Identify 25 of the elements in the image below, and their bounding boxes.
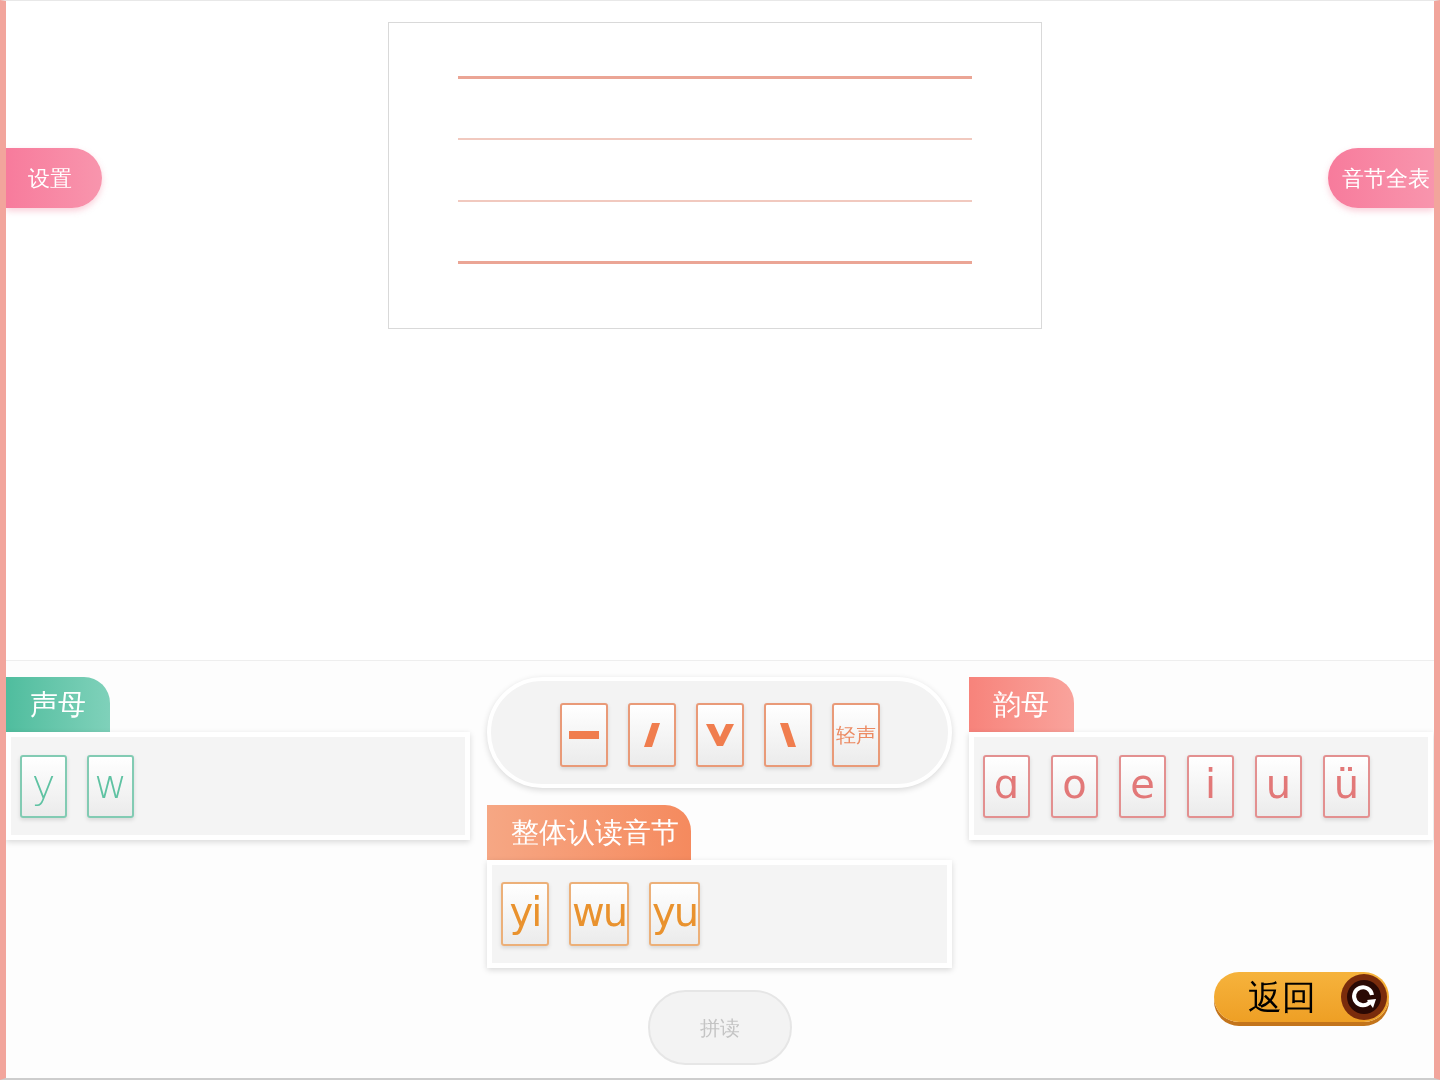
letter-button[interactable]: w	[87, 754, 134, 818]
acute-mark-icon	[643, 722, 660, 747]
letter-button[interactable]: e	[1119, 754, 1166, 818]
settings-button[interactable]: 设置	[6, 148, 102, 208]
letter-button[interactable]: i	[1187, 754, 1234, 818]
whole-syllables-heading: 整体认读音节	[487, 805, 691, 860]
caron-icon	[705, 723, 734, 746]
letter-button[interactable]: ü	[1323, 754, 1370, 818]
syllable-button[interactable]: yi	[501, 882, 549, 946]
initials-heading: 声母	[6, 677, 110, 732]
grave-mark-icon	[779, 722, 796, 747]
letter-button[interactable]: u	[1255, 754, 1302, 818]
letter-button[interactable]: ɑ	[983, 754, 1030, 818]
macron-icon	[568, 730, 599, 739]
tone-button[interactable]: 轻声	[831, 702, 880, 767]
tone-button[interactable]	[763, 702, 812, 767]
finals-heading: 韵母	[969, 677, 1074, 732]
syllable-button[interactable]: yu	[649, 882, 701, 946]
syllable-table-button[interactable]: 音节全表	[1328, 148, 1434, 208]
syllable-button[interactable]: wu	[569, 882, 630, 946]
tone-button[interactable]	[695, 702, 744, 767]
letter-button[interactable]: y	[20, 754, 67, 818]
tone-button[interactable]	[627, 702, 676, 767]
tone-button[interactable]	[559, 702, 608, 767]
letter-button[interactable]: o	[1051, 754, 1098, 818]
